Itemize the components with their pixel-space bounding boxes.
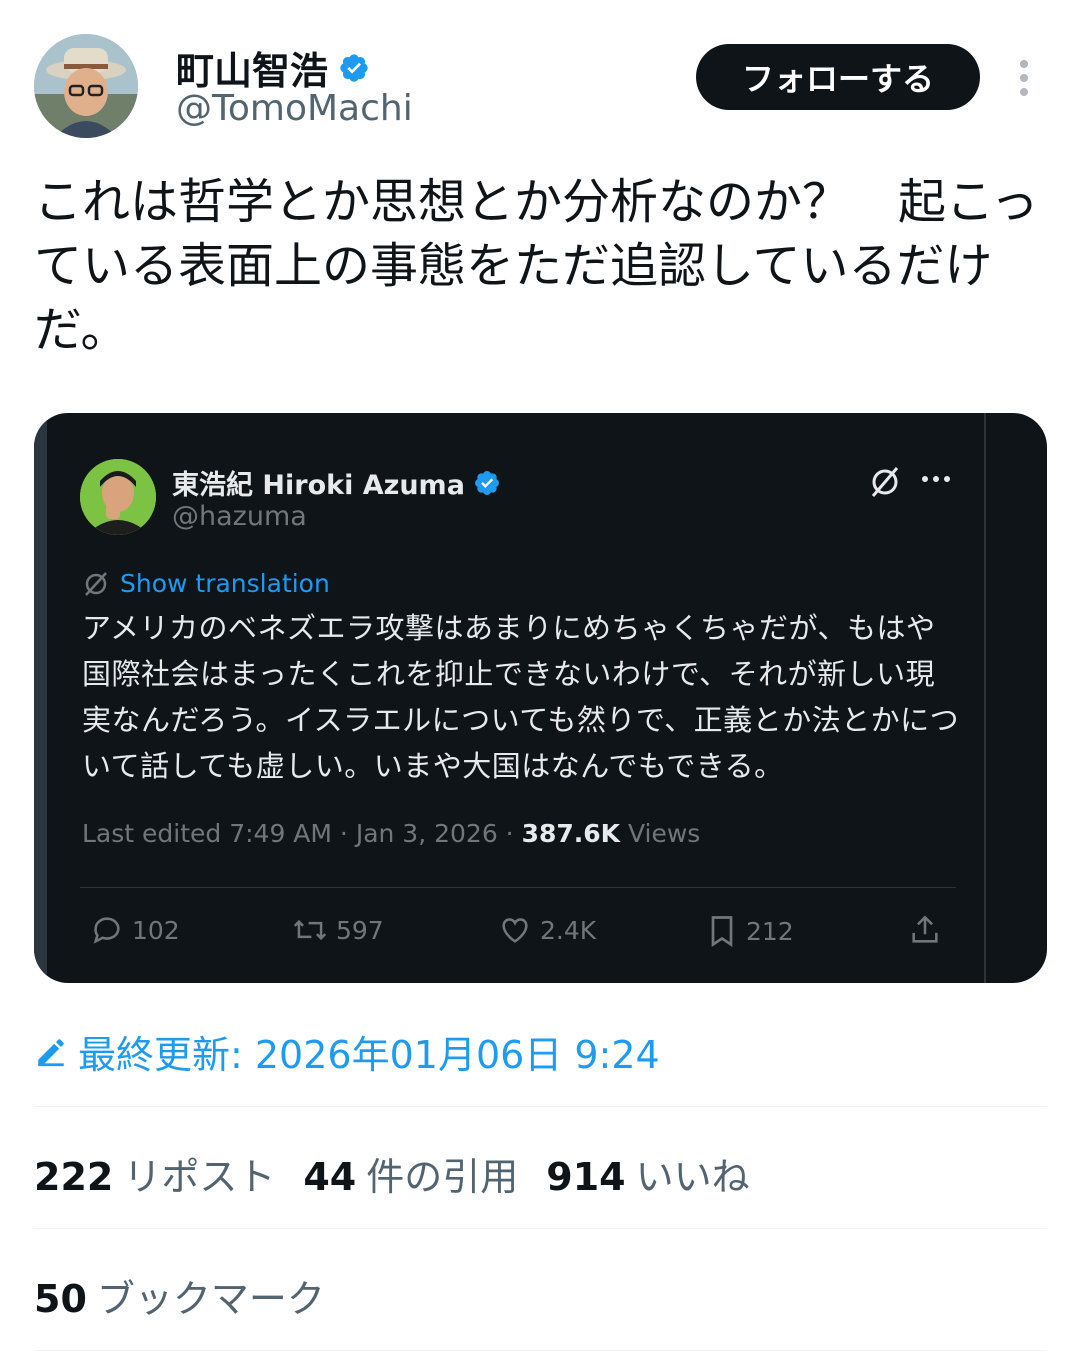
likes-label: いいね <box>635 1155 750 1199</box>
bookmarks-stat: 50 ブックマーク <box>34 1268 325 1323</box>
more-vertical-icon[interactable] <box>1012 56 1036 104</box>
follow-button[interactable]: フォローする <box>696 44 980 110</box>
quote-author-avatar[interactable] <box>80 459 156 535</box>
quote-timestamp: Last edited 7:49 AM · Jan 3, 2026 · <box>82 819 522 848</box>
likes-count: 914 <box>546 1155 626 1199</box>
like-action[interactable]: 2.4K <box>498 913 596 947</box>
quote-divider <box>80 887 956 888</box>
quotes-stat[interactable]: 44 件の引用 <box>303 1146 518 1201</box>
quote-text: アメリカのベネズエラ攻撃はあまりにめちゃくちゃだが、もはや国際社会はまったくこれ… <box>82 611 960 783</box>
reposts-label: リポスト <box>123 1155 276 1199</box>
more-horizontal-icon[interactable] <box>920 469 952 489</box>
engagement-stats: 222 リポスト 44 件の引用 914 いいね <box>34 1146 750 1201</box>
reposts-stat[interactable]: 222 リポスト <box>34 1146 275 1201</box>
quotes-count: 44 <box>303 1155 357 1199</box>
show-translation-link[interactable]: Show translation <box>82 569 330 598</box>
quote-meta: Last edited 7:49 AM · Jan 3, 2026 · 387.… <box>82 819 700 848</box>
reply-action[interactable]: 102 <box>90 913 180 947</box>
quote-views-label: Views <box>627 819 701 848</box>
author-name-row: 町山智浩 <box>176 40 370 95</box>
quotes-label: 件の引用 <box>366 1155 519 1199</box>
bookmark-action[interactable]: 212 <box>706 913 794 949</box>
bookmarks-label: ブックマーク <box>96 1277 325 1321</box>
bookmark-count: 212 <box>746 916 794 946</box>
verified-badge-icon <box>340 53 368 82</box>
repost-icon <box>293 919 327 941</box>
likes-stat[interactable]: 914 いいね <box>546 1146 749 1201</box>
last-edited-link[interactable]: 最終更新: 2026年01月06日 9:24 <box>34 1024 660 1079</box>
translate-icon <box>85 571 107 596</box>
bookmark-icon <box>711 916 733 948</box>
like-count: 2.4K <box>540 915 597 945</box>
verified-badge-icon <box>474 470 499 495</box>
quote-name-row: 東浩紀 Hiroki Azuma <box>172 463 501 502</box>
like-icon <box>502 918 528 943</box>
divider <box>34 1350 1047 1351</box>
reply-count: 102 <box>132 915 180 945</box>
quoted-tweet-card[interactable]: 東浩紀 Hiroki Azuma @hazuma Show translatio… <box>34 413 1047 983</box>
reply-icon <box>93 917 120 944</box>
quote-author-name[interactable]: 東浩紀 Hiroki Azuma <box>172 463 465 502</box>
edit-icon <box>38 1038 64 1066</box>
tweet-text: これは哲学とか思想とか分析なのか？ 起こっている表面上の事態をただ追認しているだ… <box>34 174 1039 358</box>
divider <box>34 1228 1047 1229</box>
repost-count: 597 <box>336 915 384 945</box>
last-edited-label: 最終更新: 2026年01月06日 9:24 <box>78 1033 660 1077</box>
quote-author-handle[interactable]: @hazuma <box>172 501 307 532</box>
divider <box>34 1106 1047 1107</box>
author-handle[interactable]: @TomoMachi <box>176 88 413 129</box>
card-divider-line <box>984 413 986 983</box>
card-edge <box>34 413 47 983</box>
share-action[interactable] <box>908 913 942 947</box>
show-translation-label: Show translation <box>120 569 330 598</box>
reposts-count: 222 <box>34 1155 114 1199</box>
share-icon <box>912 915 938 943</box>
bookmarks-count: 50 <box>34 1277 87 1321</box>
quote-views-count: 387.6K <box>521 819 621 848</box>
repost-action[interactable]: 597 <box>292 913 384 947</box>
author-avatar[interactable] <box>34 34 138 138</box>
grok-icon[interactable] <box>868 465 902 499</box>
author-name[interactable]: 町山智浩 <box>176 40 328 95</box>
